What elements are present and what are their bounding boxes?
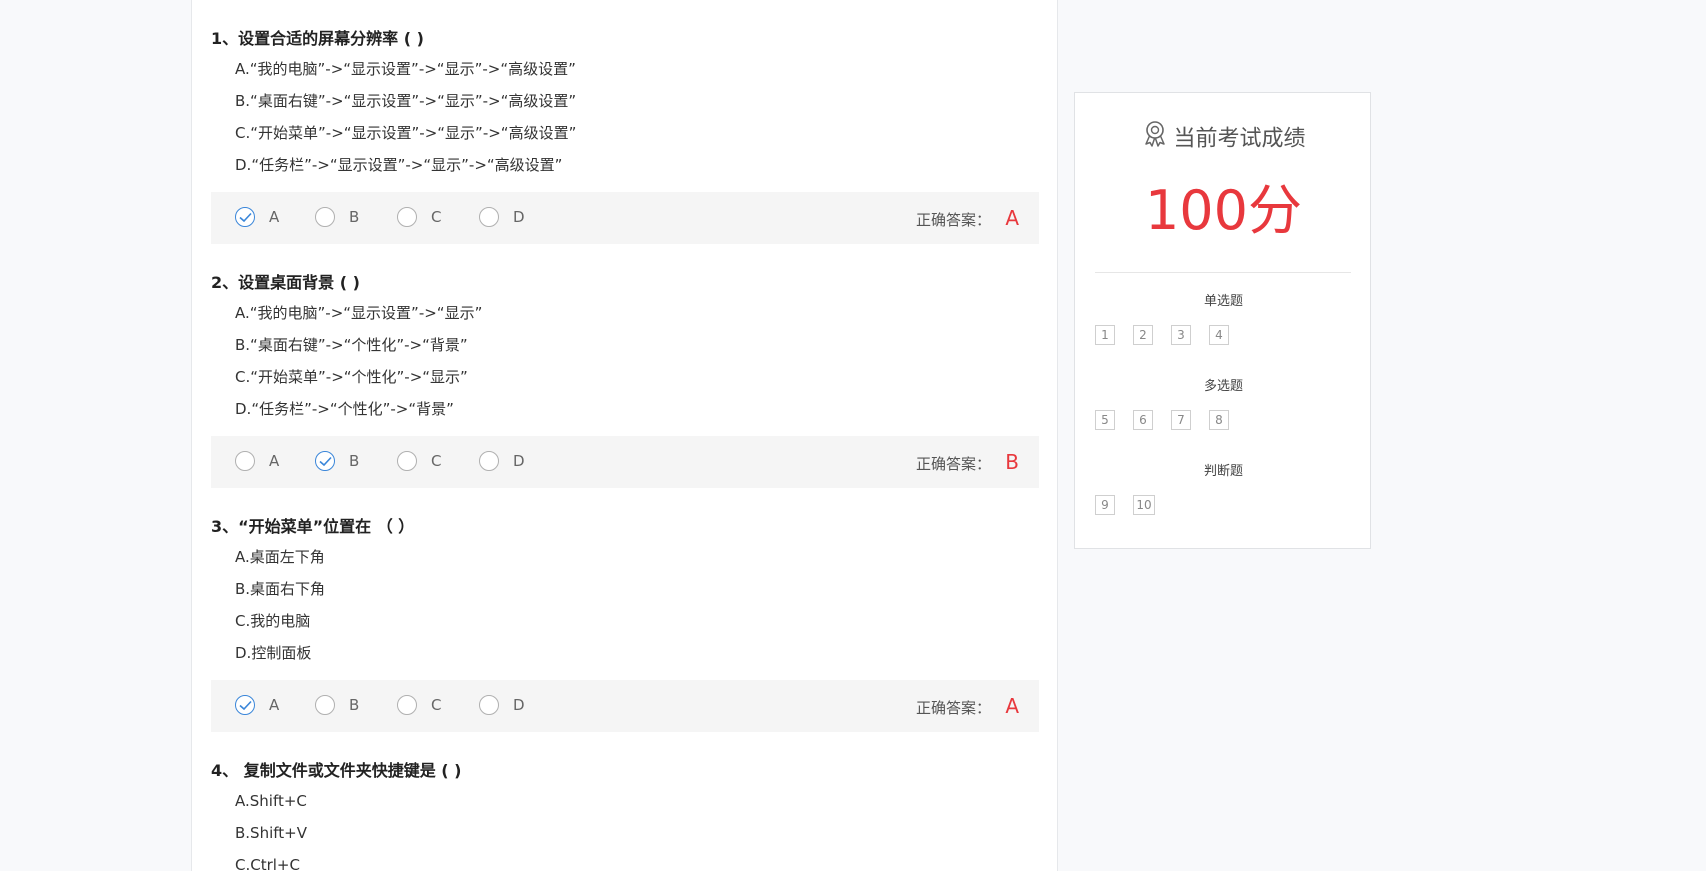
option-text: D.“任务栏”->“个性化”->“背景” xyxy=(235,400,454,418)
radio-unchecked-icon xyxy=(397,695,417,715)
score-header-text: 当前考试成绩 xyxy=(1173,126,1306,152)
radio-option-d[interactable]: D xyxy=(479,692,539,720)
radio-option-b[interactable]: B xyxy=(315,692,375,720)
question-nav-item[interactable]: 1 xyxy=(1095,325,1115,345)
score-header: 当前考试成绩 xyxy=(1075,121,1372,152)
correct-answer-label: 正确答案： xyxy=(915,699,991,717)
answer-bar: A B C D 正确答案： A xyxy=(211,192,1039,244)
radio-label: D xyxy=(513,452,525,470)
radio-option-d[interactable]: D xyxy=(479,204,539,232)
radio-checked-icon xyxy=(315,451,335,471)
radio-option-b[interactable]: B xyxy=(315,448,375,476)
option-text: B.“桌面右键”->“显示设置”->“显示”->“高级设置” xyxy=(235,92,577,110)
medal-icon xyxy=(1141,119,1169,156)
question-list-panel: 1、设置合适的屏幕分辨率 ( ) A.“我的电脑”->“显示设置”->“显示”-… xyxy=(191,0,1058,871)
question-2: 2、设置桌面背景 ( ) A.“我的电脑”->“显示设置”->“显示” B.“桌… xyxy=(211,273,1039,488)
radio-option-c[interactable]: C xyxy=(397,692,457,720)
radio-checked-icon xyxy=(235,207,255,227)
correct-answer-value: A xyxy=(1005,694,1019,718)
radio-unchecked-icon xyxy=(235,451,255,471)
option-text: A.桌面左下角 xyxy=(235,548,325,566)
question-4: 4、 复制文件或文件夹快捷键是 ( ) A.Shift+C B.Shift+V … xyxy=(211,761,1039,871)
radio-label: C xyxy=(431,208,442,226)
answer-bar: A B C D 正确答案： B xyxy=(211,436,1039,488)
correct-answer-label: 正确答案： xyxy=(915,455,991,473)
radio-option-c[interactable]: C xyxy=(397,204,457,232)
radio-unchecked-icon xyxy=(397,207,417,227)
radio-checked-icon xyxy=(235,695,255,715)
radio-label: B xyxy=(349,452,360,470)
question-nav-item[interactable]: 6 xyxy=(1133,410,1153,430)
question-title: 4、 复制文件或文件夹快捷键是 ( ) xyxy=(211,761,462,780)
option-list: A.Shift+C B.Shift+V C.Ctrl+C xyxy=(211,791,1039,871)
radio-option-b[interactable]: B xyxy=(315,204,375,232)
exam-result-page: 1、设置合适的屏幕分辨率 ( ) A.“我的电脑”->“显示设置”->“显示”-… xyxy=(0,0,1706,871)
radio-label: C xyxy=(431,452,442,470)
radio-option-a[interactable]: A xyxy=(235,204,295,232)
question-nav-item[interactable]: 2 xyxy=(1133,325,1153,345)
question-3: 3、“开始菜单”位置在 （ ） A.桌面左下角 B.桌面右下角 C.我的电脑 D… xyxy=(211,517,1039,732)
section-title-multiple-choice: 多选题 xyxy=(1203,379,1243,394)
correct-answer-value: B xyxy=(1005,450,1019,474)
radio-unchecked-icon xyxy=(479,207,499,227)
option-list: A.“我的电脑”->“显示设置”->“显示” B.“桌面右键”->“个性化”->… xyxy=(211,303,1039,431)
question-1: 1、设置合适的屏幕分辨率 ( ) A.“我的电脑”->“显示设置”->“显示”-… xyxy=(211,29,1039,244)
question-nav-item[interactable]: 10 xyxy=(1133,495,1155,515)
radio-label: A xyxy=(269,452,280,470)
question-nav-item[interactable]: 3 xyxy=(1171,325,1191,345)
radio-label: B xyxy=(349,208,360,226)
option-text: A.“我的电脑”->“显示设置”->“显示”->“高级设置” xyxy=(235,60,576,78)
section-title-true-false: 判断题 xyxy=(1203,464,1243,479)
option-text: D.控制面板 xyxy=(235,644,312,662)
radio-label: A xyxy=(269,208,280,226)
question-title: 2、设置桌面背景 ( ) xyxy=(211,273,360,292)
radio-unchecked-icon xyxy=(479,695,499,715)
score-value: 100分 xyxy=(1144,179,1303,242)
question-nav-item[interactable]: 8 xyxy=(1209,410,1229,430)
option-list: A.桌面左下角 B.桌面右下角 C.我的电脑 D.控制面板 xyxy=(211,547,1039,675)
radio-label: B xyxy=(349,696,360,714)
option-text: C.“开始菜单”->“个性化”->“显示” xyxy=(235,368,468,386)
option-text: A.Shift+C xyxy=(235,792,307,810)
option-text: B.Shift+V xyxy=(235,824,307,842)
radio-label: A xyxy=(269,696,280,714)
correct-answer-value: A xyxy=(1005,206,1019,230)
radio-option-a[interactable]: A xyxy=(235,692,295,720)
option-text: C.Ctrl+C xyxy=(235,856,300,871)
section-title-single-choice: 单选题 xyxy=(1203,294,1243,309)
question-title: 1、设置合适的屏幕分辨率 ( ) xyxy=(211,29,424,48)
option-text: A.“我的电脑”->“显示设置”->“显示” xyxy=(235,304,483,322)
divider xyxy=(1095,272,1351,273)
radio-unchecked-icon xyxy=(315,207,335,227)
option-list: A.“我的电脑”->“显示设置”->“显示”->“高级设置” B.“桌面右键”-… xyxy=(211,59,1039,187)
option-text: B.“桌面右键”->“个性化”->“背景” xyxy=(235,336,468,354)
option-text: C.我的电脑 xyxy=(235,612,311,630)
question-nav-item[interactable]: 9 xyxy=(1095,495,1115,515)
option-text: C.“开始菜单”->“显示设置”->“显示”->“高级设置” xyxy=(235,124,577,142)
question-title: 3、“开始菜单”位置在 （ ） xyxy=(211,517,415,536)
radio-unchecked-icon xyxy=(479,451,499,471)
question-nav-item[interactable]: 7 xyxy=(1171,410,1191,430)
radio-option-c[interactable]: C xyxy=(397,448,457,476)
radio-label: C xyxy=(431,696,442,714)
option-text: B.桌面右下角 xyxy=(235,580,326,598)
radio-option-a[interactable]: A xyxy=(235,448,295,476)
option-text: D.“任务栏”->“显示设置”->“显示”->“高级设置” xyxy=(235,156,563,174)
question-nav-item[interactable]: 5 xyxy=(1095,410,1115,430)
radio-unchecked-icon xyxy=(315,695,335,715)
radio-unchecked-icon xyxy=(397,451,417,471)
correct-answer-label: 正确答案： xyxy=(915,211,991,229)
score-card: 当前考试成绩 100分 单选题 1 2 3 4 多选题 5 6 7 8 判断题 … xyxy=(1074,92,1371,549)
radio-label: D xyxy=(513,208,525,226)
question-nav-item[interactable]: 4 xyxy=(1209,325,1229,345)
radio-label: D xyxy=(513,696,525,714)
answer-bar: A B C D 正确答案： A xyxy=(211,680,1039,732)
radio-option-d[interactable]: D xyxy=(479,448,539,476)
